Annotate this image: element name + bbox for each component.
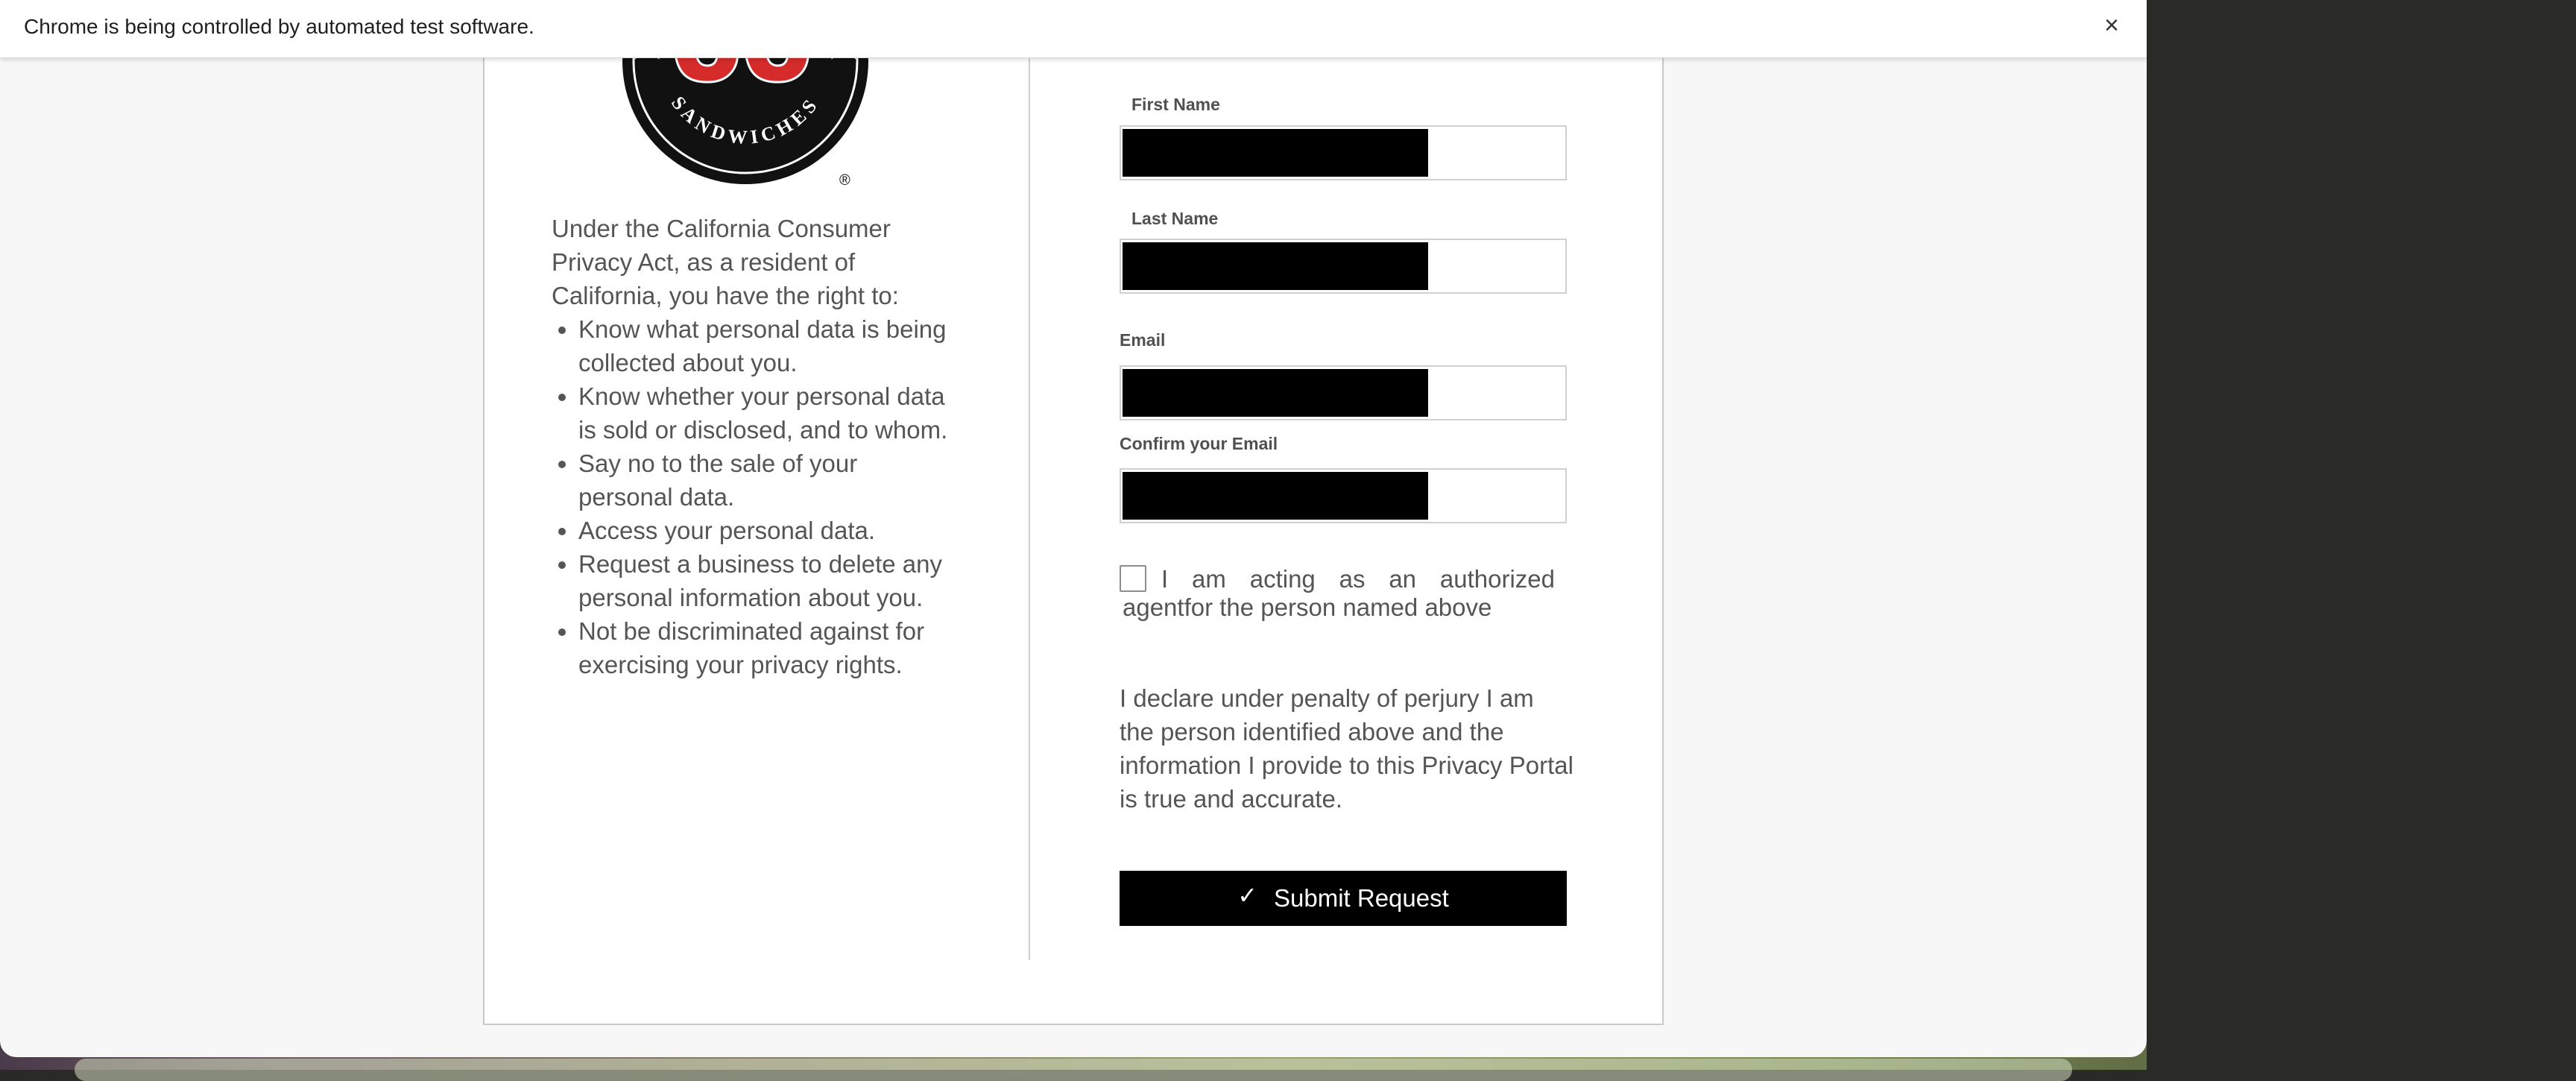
authorized-agent-checkbox[interactable] [1120,565,1146,592]
desktop-background [2147,0,2576,1070]
last-name-field-wrap [1120,239,1567,294]
list-item: Request a business to delete any persona… [578,547,954,614]
first-name-field-wrap [1120,125,1567,180]
last-name-field[interactable] [1121,240,1565,292]
privacy-request-card: JJ SANDWICHES ® Under the California Con… [483,0,1664,1025]
ccpa-rights: Under the California Consumer Privacy Ac… [552,212,954,681]
email-field[interactable] [1121,367,1565,419]
submit-label: Submit Request [1274,884,1449,912]
list-item: Say no to the sale of your personal data… [578,447,954,514]
submit-request-button[interactable]: ✓ Submit Request [1120,871,1567,926]
authorized-agent-label: I am acting as an authorized agentfor th… [1123,565,1555,621]
confirm-email-label: Confirm your Email [1120,434,1278,453]
automation-message: Chrome is being controlled by automated … [24,15,534,38]
list-item: Know what personal data is being collect… [578,312,954,379]
last-name-label: Last Name [1131,209,1219,228]
rights-intro: Under the California Consumer Privacy Ac… [552,215,899,309]
perjury-declaration: I declare under penalty of perjury I am … [1120,684,1573,813]
list-item: Know whether your personal data is sold … [578,379,954,447]
confirm-email-field[interactable] [1121,470,1565,522]
registered-mark: ® [839,172,850,189]
confirm-email-field-wrap [1120,468,1567,523]
email-field-wrap [1120,365,1567,420]
dock [75,1059,2072,1081]
column-divider [1029,1,1030,960]
list-item: Not be discriminated against for exercis… [578,614,954,681]
email-label: Email [1120,330,1166,350]
rights-list: Know what personal data is being collect… [552,312,954,681]
automation-infobar: Chrome is being controlled by automated … [0,0,2147,58]
checkmark-icon: ✓ [1237,882,1257,909]
close-icon[interactable]: × [2098,11,2125,40]
first-name-field[interactable] [1121,127,1565,179]
browser-window: Chrome is being controlled by automated … [0,0,2147,1057]
list-item: Access your personal data. [578,514,954,547]
first-name-label: First Name [1131,95,1220,114]
